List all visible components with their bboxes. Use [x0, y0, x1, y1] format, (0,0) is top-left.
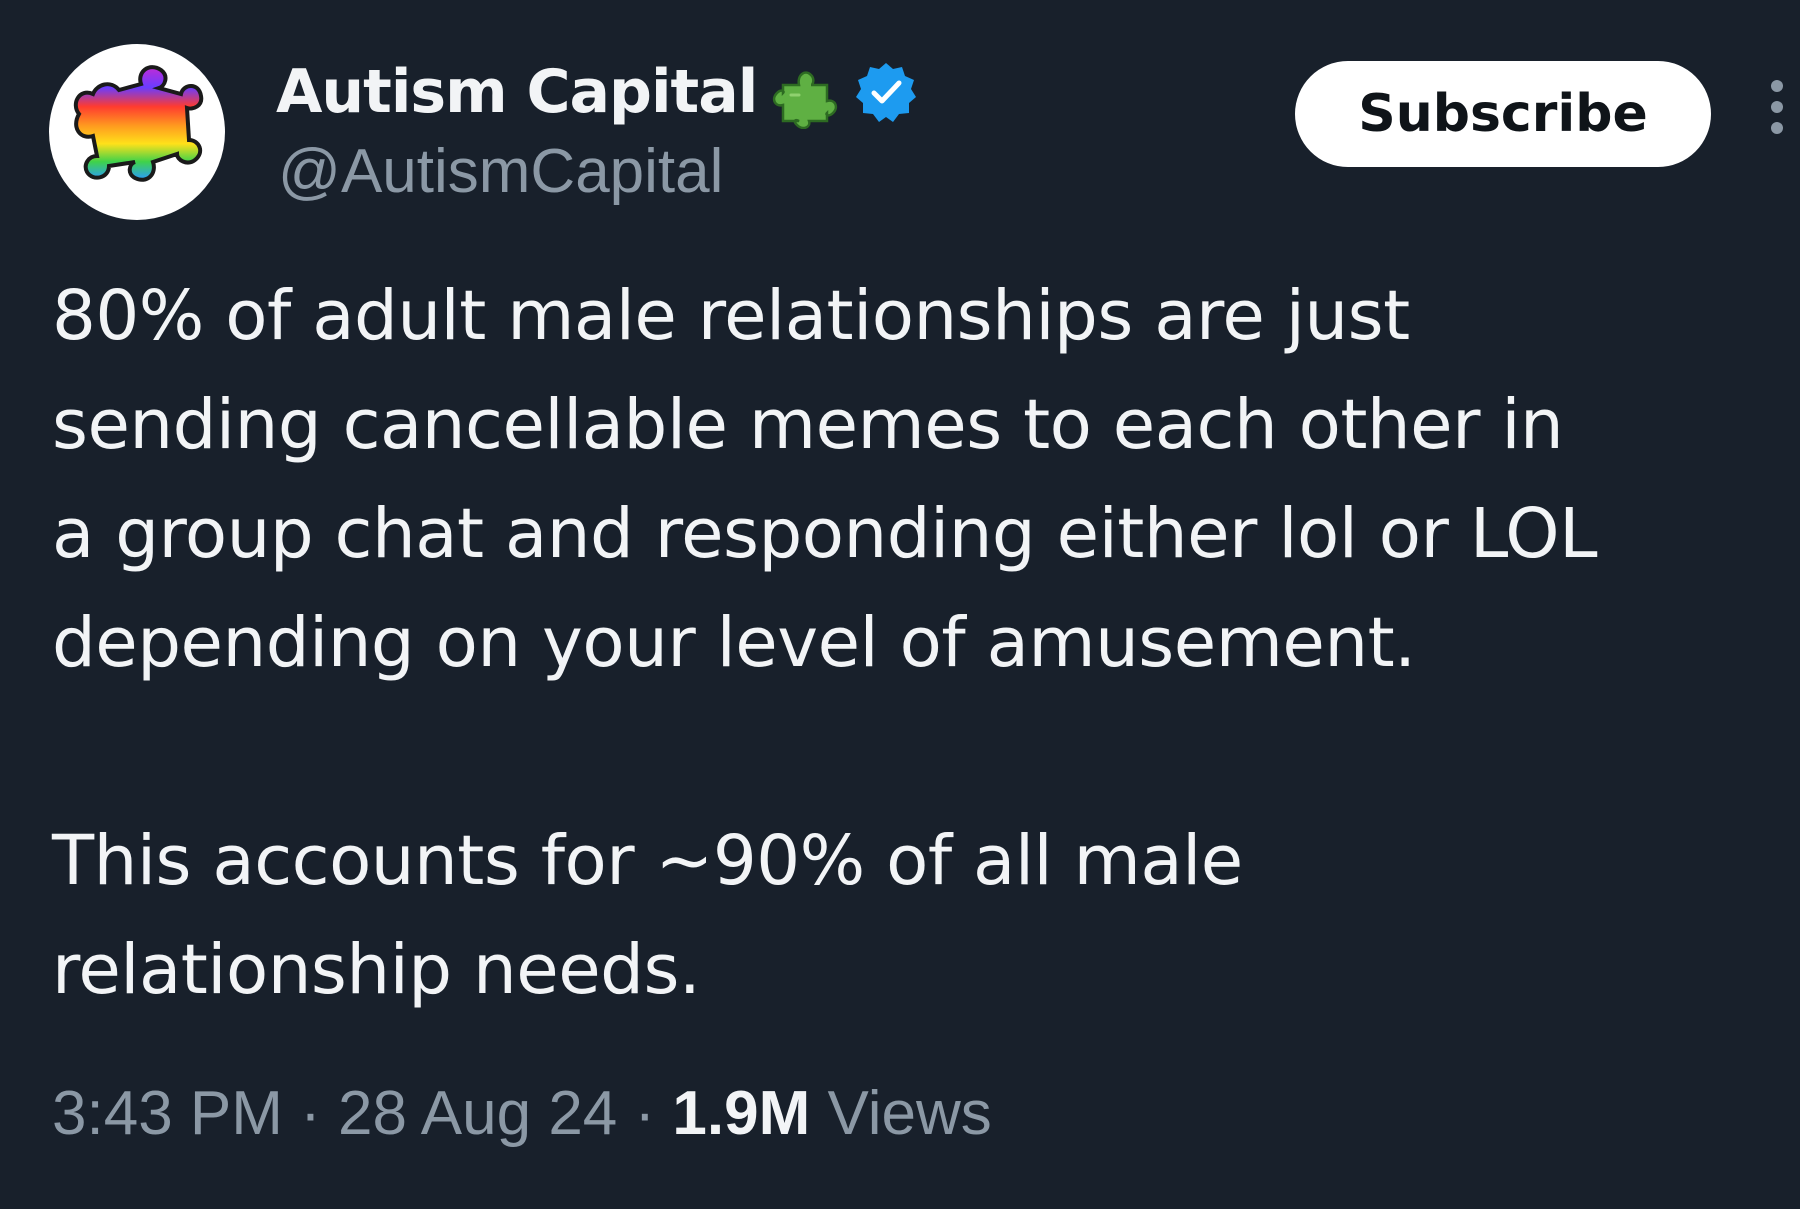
tweet-time[interactable]: 3:43 PM	[52, 1079, 283, 1148]
tweet-card: Autism Capital @AutismCapital Subscribe …	[0, 0, 1800, 1209]
tweet-paragraph: This accounts for ~90% of all male relat…	[52, 821, 1243, 1010]
meta-separator: ·	[282, 1079, 339, 1148]
author-display-name[interactable]: Autism Capital	[276, 57, 758, 127]
avatar[interactable]	[49, 44, 225, 220]
meta-separator: ·	[617, 1079, 673, 1148]
more-vertical-icon[interactable]	[1762, 80, 1792, 150]
author-handle[interactable]: @AutismCapital	[278, 136, 723, 207]
views-count[interactable]: 1.9M	[672, 1079, 810, 1148]
subscribe-button[interactable]: Subscribe	[1295, 61, 1711, 167]
views-label: Views	[810, 1079, 992, 1148]
tweet-text: 80% of adult male relationships are just…	[52, 262, 1772, 1025]
puzzle-avatar-icon	[73, 65, 204, 182]
tweet-meta: 3:43 PM · 28 Aug 24 · 1.9M Views	[52, 1078, 992, 1149]
tweet-paragraph: 80% of adult male relationships are just…	[52, 276, 1598, 683]
tweet-date[interactable]: 28 Aug 24	[338, 1079, 617, 1148]
author-name-row[interactable]: Autism Capital	[276, 52, 917, 132]
verified-badge-icon	[856, 63, 917, 122]
puzzle-piece-icon	[773, 71, 838, 129]
